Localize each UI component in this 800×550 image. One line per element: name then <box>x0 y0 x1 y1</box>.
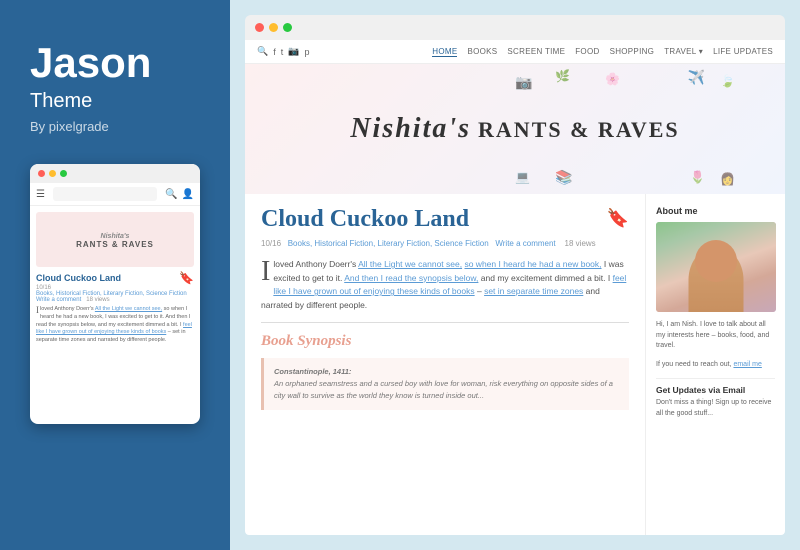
instagram-icon[interactable]: 📷 <box>288 46 299 57</box>
mobile-preview: ☰ 🔍 👤 Nishita's RANTS & RAVES Cloud Cuck… <box>30 164 200 424</box>
post-views: 18 views <box>565 239 596 248</box>
highlight-2: so when I heard he had a new book, <box>464 259 601 269</box>
twitter-icon[interactable]: t <box>281 47 284 57</box>
mobile-dot-green <box>60 170 67 177</box>
nav-travel[interactable]: TRAVEL ▾ <box>664 47 703 57</box>
drop-cap: I <box>261 258 270 286</box>
sidebar-avatar <box>656 222 776 312</box>
nav-shopping[interactable]: SHOPPING <box>610 47 655 57</box>
nav-home[interactable]: HOME <box>432 47 457 57</box>
browser-chrome <box>245 15 785 40</box>
mobile-search-icon: 🔍 <box>165 189 177 200</box>
browser-dot-green <box>283 23 292 32</box>
sidebar-updates-title: Get Updates via Email <box>656 378 775 395</box>
mobile-blog-header: Nishita's RANTS & RAVES <box>36 212 194 267</box>
blog-header-title: Nishita's RANTS & RAVES <box>350 113 679 145</box>
mobile-post-meta: 10/16 Books, Historical Fiction, Literar… <box>36 285 194 303</box>
search-icon[interactable]: 🔍 <box>257 46 268 57</box>
book-synopsis-title: Book Synopsis <box>261 333 629 350</box>
quote-text: An orphaned seamstress and a cursed boy … <box>274 379 613 400</box>
mobile-blog-header-text: Nishita's RANTS & RAVES <box>76 231 154 249</box>
sidebar: About me Hi, I am Nish. I love to talk a… <box>645 194 785 535</box>
site-nav-links: HOME BOOKS SCREEN TIME FOOD SHOPPING TRA… <box>432 47 773 57</box>
quote-title: Constantinople, 1411: <box>274 367 351 376</box>
sidebar-email-link[interactable]: email me <box>733 361 761 368</box>
mobile-search-bar <box>53 187 157 201</box>
mobile-dot-yellow <box>49 170 56 177</box>
deco-leaf1: 🌿 <box>555 69 570 83</box>
nav-food[interactable]: FOOD <box>575 47 599 57</box>
post-bookmark-icon: 🔖 <box>607 208 629 229</box>
deco-book: 📚 <box>555 169 572 186</box>
post-divider <box>261 322 629 323</box>
mobile-bookmark-icon: 🔖 <box>179 271 194 285</box>
nav-life-updates[interactable]: LIFE UPDATES <box>713 47 773 57</box>
deco-camera: 📷 <box>515 74 532 91</box>
pinterest-icon[interactable]: p <box>304 47 309 57</box>
post-excerpt: I loved Anthony Doerr's All the Light we… <box>261 258 629 312</box>
blog-name-bold: RANTS & RAVES <box>478 117 680 142</box>
site-nav: 🔍 f t 📷 p HOME BOOKS SCREEN TIME FOOD SH… <box>245 40 785 64</box>
sidebar-about-title: About me <box>656 206 775 216</box>
highlight-3: And then I read the synopsis below, <box>344 273 478 283</box>
left-panel: Jason Theme By pixelgrade ☰ 🔍 👤 Nishita'… <box>0 0 230 550</box>
post-write-comment[interactable]: Write a comment <box>495 239 555 248</box>
nav-books[interactable]: BOOKS <box>467 47 497 57</box>
nav-screen-time[interactable]: SCREEN TIME <box>507 47 565 57</box>
theme-subtitle: Theme <box>30 90 200 113</box>
mobile-post-excerpt: I loved Anthony Doerr's All the Light we… <box>36 306 194 344</box>
sidebar-updates-text: Don't miss a thing! Sign up to receive a… <box>656 398 775 419</box>
deco-avatar: 👩 <box>720 172 735 186</box>
theme-title: Jason <box>30 40 200 86</box>
mobile-menu-icon: ☰ <box>36 189 45 200</box>
blog-header: 📷 🌿 🌸 ✈️ 🍃 💻 📚 🌷 👩 Nishita's RANTS & RAV… <box>245 64 785 194</box>
facebook-icon[interactable]: f <box>273 47 276 57</box>
post-title: Cloud Cuckoo Land <box>261 206 469 233</box>
mobile-dot-red <box>38 170 45 177</box>
mobile-top-bar <box>30 164 200 183</box>
browser-content: 🔍 f t 📷 p HOME BOOKS SCREEN TIME FOOD SH… <box>245 40 785 535</box>
post-date: 10/16 <box>261 239 281 248</box>
right-panel: 🔍 f t 📷 p HOME BOOKS SCREEN TIME FOOD SH… <box>230 0 800 550</box>
deco-laptop: 💻 <box>515 170 530 184</box>
highlight-5: set in separate time zones <box>484 286 583 296</box>
theme-author: By pixelgrade <box>30 119 200 134</box>
browser-dot-yellow <box>269 23 278 32</box>
sidebar-contact-text: If you need to reach out, email me <box>656 360 775 371</box>
deco-flowers1: 🌸 <box>605 72 620 86</box>
deco-flowers2: 🌷 <box>690 170 705 184</box>
quote-block: Constantinople, 1411: An orphaned seamst… <box>261 358 629 410</box>
mobile-profile-icon: 👤 <box>182 189 194 200</box>
blog-name-italic: Nishita's <box>350 113 471 144</box>
main-content: Cloud Cuckoo Land 🔖 10/16 Books, Histori… <box>245 194 785 535</box>
browser-dot-red <box>255 23 264 32</box>
sidebar-about-text: Hi, I am Nish. I love to talk about all … <box>656 320 775 352</box>
site-nav-icons: 🔍 f t 📷 p <box>257 46 309 57</box>
mobile-content: Nishita's RANTS & RAVES Cloud Cuckoo Lan… <box>30 206 200 350</box>
post-category-books[interactable]: Books, Historical Fiction, Literary Fict… <box>288 239 489 248</box>
mobile-nav: ☰ 🔍 👤 <box>30 183 200 206</box>
post-meta: 10/16 Books, Historical Fiction, Literar… <box>261 238 629 250</box>
deco-leaf2: 🍃 <box>720 74 735 88</box>
highlight-1: All the Light we cannot see, <box>358 259 462 269</box>
post-area: Cloud Cuckoo Land 🔖 10/16 Books, Histori… <box>245 194 645 535</box>
mobile-post-title: Cloud Cuckoo Land <box>36 273 121 283</box>
deco-plane: ✈️ <box>688 69 705 86</box>
